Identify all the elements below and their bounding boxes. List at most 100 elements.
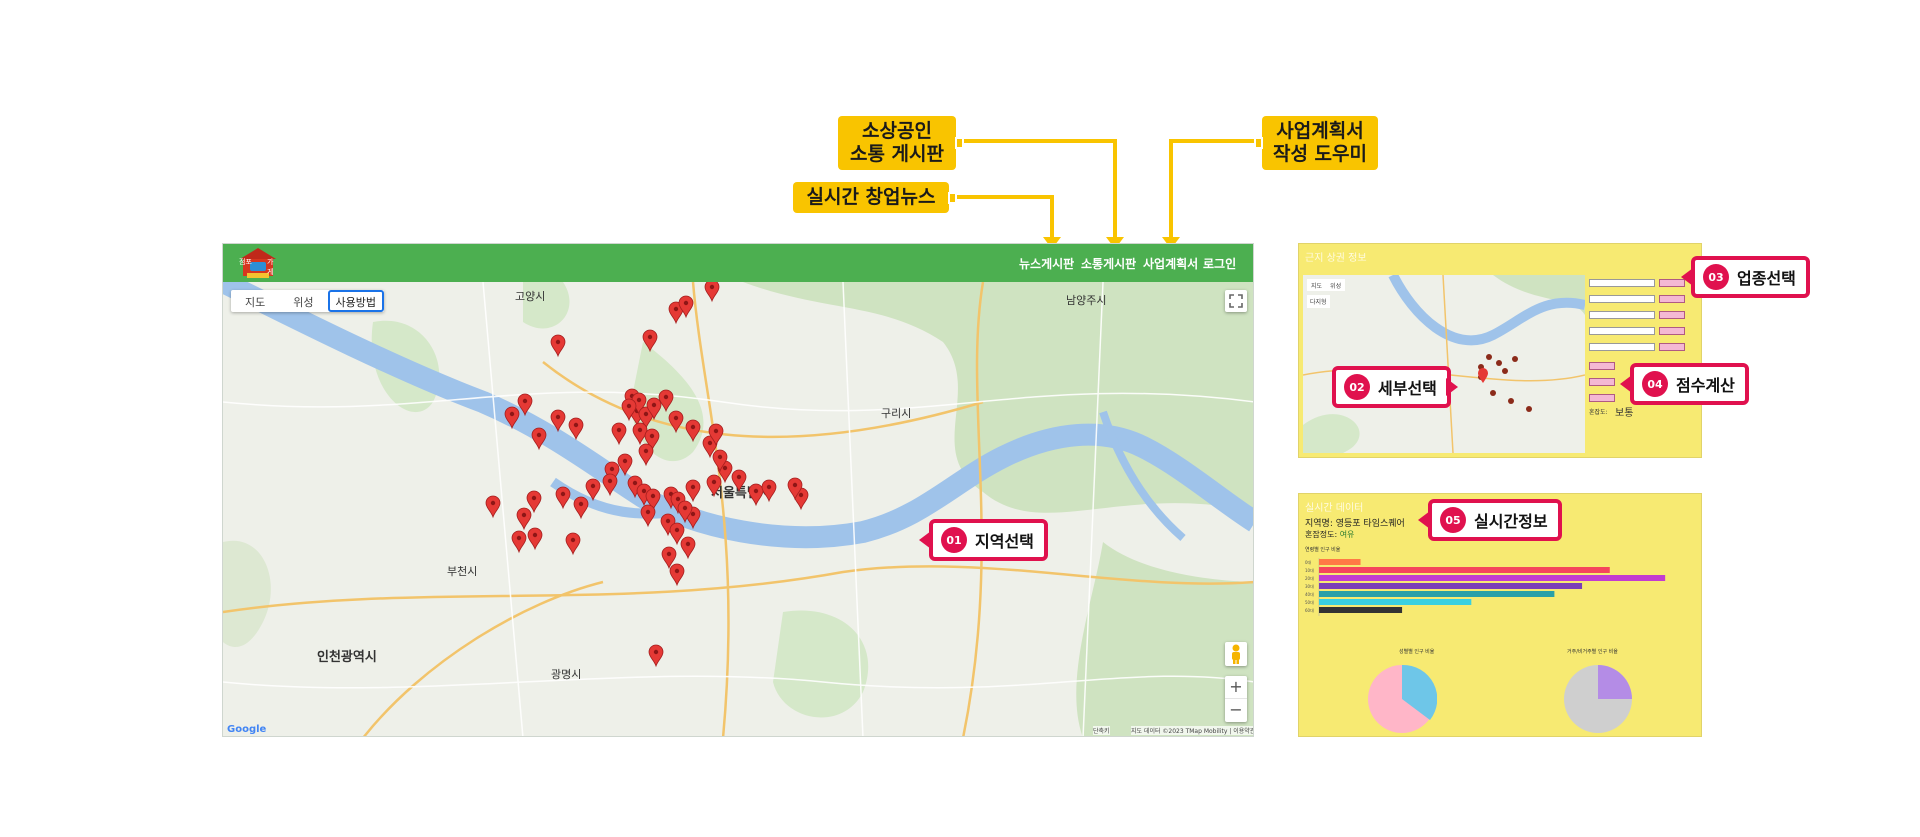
store-marker[interactable]: [632, 422, 648, 446]
store-marker[interactable]: [680, 536, 696, 560]
callout-score-calc: 04 점수계산: [1630, 363, 1749, 405]
bar-category-label: 60대: [1305, 607, 1314, 613]
store-markers: [485, 282, 809, 668]
callout-realtime-info: 05 실시간정보: [1428, 499, 1562, 541]
store-marker[interactable]: [706, 474, 722, 498]
store-marker[interactable]: [748, 483, 764, 507]
score-option-button-1[interactable]: [1589, 362, 1615, 370]
store-marker[interactable]: [550, 409, 566, 433]
store-marker[interactable]: [617, 453, 633, 477]
panel2-title: 실시간 데이터: [1305, 503, 1364, 514]
panel-commercial-info: 근지 상권 정보 지도 위성 다지형 혼잡도: 보통: [1298, 243, 1702, 458]
logo-text-left: 점포: [239, 258, 252, 266]
store-marker[interactable]: [731, 469, 747, 493]
callout-board-line2: 소통 게시판: [849, 143, 944, 165]
industry-select-4[interactable]: [1589, 327, 1655, 335]
bar-category-label: 0대: [1305, 559, 1312, 565]
store-marker[interactable]: [550, 334, 566, 358]
industry-select-1[interactable]: [1589, 279, 1655, 287]
callout-05-number: 05: [1440, 507, 1466, 533]
callout-02-label: 세부선택: [1378, 379, 1437, 398]
pie1-title: 성별별 인구 비율: [1399, 649, 1435, 655]
connector-board-v: [1113, 139, 1117, 239]
panel2-congestion-label: 혼잡정도:: [1305, 530, 1340, 539]
store-marker[interactable]: [761, 479, 777, 503]
logo-text-right: 가게: [267, 258, 274, 276]
callout-05-label: 실시간정보: [1474, 512, 1548, 531]
bar-chart-title: 연령별 인구 비율: [1305, 547, 1341, 553]
store-marker[interactable]: [585, 478, 601, 502]
store-marker[interactable]: [638, 443, 654, 467]
store-marker[interactable]: [517, 393, 533, 417]
callout-region-select: 01 지역선택: [929, 519, 1048, 561]
age-bar: [1319, 575, 1666, 581]
age-bar: [1319, 583, 1583, 589]
store-marker[interactable]: [485, 495, 501, 519]
score-calc-button[interactable]: [1589, 394, 1615, 402]
store-marker[interactable]: [565, 532, 581, 556]
industry-add-button-5[interactable]: [1659, 343, 1685, 351]
callout-04-number: 04: [1642, 371, 1668, 397]
industry-add-button-4[interactable]: [1659, 327, 1685, 335]
panel1-congestion-label: 혼잡도:: [1589, 409, 1608, 416]
nav-community-board[interactable]: 소통게시판: [1081, 255, 1136, 272]
store-marker[interactable]: [658, 389, 674, 413]
nav-business-plan[interactable]: 사업계획서: [1143, 255, 1198, 272]
bar-category-label: 20대: [1305, 575, 1314, 581]
store-marker[interactable]: [648, 644, 664, 668]
score-option-button-2[interactable]: [1589, 378, 1615, 386]
store-marker[interactable]: [526, 490, 542, 514]
store-marker[interactable]: [568, 417, 584, 441]
callout-plan-line2: 작성 도우미: [1272, 143, 1367, 165]
callout-board-line1: 소상공인: [862, 120, 932, 142]
gender-pie-chart: [1368, 664, 1437, 733]
store-marker[interactable]: [527, 527, 543, 551]
bar-category-label: 40대: [1305, 591, 1314, 597]
nav-news-board[interactable]: 뉴스게시판: [1019, 255, 1074, 272]
site-logo[interactable]: 점포 가게: [237, 246, 279, 280]
store-marker[interactable]: [640, 504, 656, 528]
industry-select-2[interactable]: [1589, 295, 1655, 303]
store-marker[interactable]: [642, 329, 658, 353]
callout-industry-select: 03 업종선택: [1691, 256, 1810, 298]
store-marker[interactable]: [685, 419, 701, 443]
store-marker[interactable]: [573, 496, 589, 520]
store-marker[interactable]: [611, 422, 627, 446]
age-bar: [1319, 567, 1610, 573]
navbar: 점포 가게 뉴스게시판 소통게시판 사업계획서 로그인: [223, 244, 1253, 282]
bar-category-label: 10대: [1305, 567, 1314, 573]
store-marker[interactable]: [511, 530, 527, 554]
store-marker[interactable]: [669, 563, 685, 587]
age-bar: [1319, 599, 1472, 605]
industry-select-group: [1299, 244, 1701, 457]
nav-login[interactable]: 로그인: [1203, 255, 1236, 272]
callout-business-plan: 사업계획서 작성 도우미: [1254, 116, 1378, 170]
callout-01-number: 01: [941, 527, 967, 553]
bar-category-label: 50대: [1305, 599, 1314, 605]
callout-02-pointer: [1446, 378, 1458, 396]
store-marker[interactable]: [704, 282, 720, 303]
store-marker[interactable]: [668, 410, 684, 434]
industry-add-button-3[interactable]: [1659, 311, 1685, 319]
pie2-title: 거주/비거주별 인구 비율: [1567, 649, 1618, 655]
store-marker[interactable]: [516, 507, 532, 531]
store-marker[interactable]: [602, 473, 618, 497]
residence-pie-chart: [1564, 665, 1632, 733]
connector-plan-v: [1169, 139, 1173, 239]
industry-add-button-2[interactable]: [1659, 295, 1685, 303]
callout-02-number: 02: [1344, 374, 1370, 400]
connector-board: [964, 139, 1117, 143]
callout-03-label: 업종선택: [1737, 269, 1796, 288]
store-marker[interactable]: [504, 406, 520, 430]
age-bar: [1319, 591, 1555, 597]
store-marker[interactable]: [555, 486, 571, 510]
callout-plan-line1: 사업계획서: [1276, 120, 1364, 142]
industry-select-3[interactable]: [1589, 311, 1655, 319]
seoul-map[interactable]: 지도 위성 사용방법 + − 고양시 남양주시 구리시 서울특별시 부천시 인천: [223, 282, 1253, 736]
bar-category-label: 30대: [1305, 583, 1314, 589]
callout-detail-select: 02 세부선택: [1332, 366, 1451, 408]
industry-select-5[interactable]: [1589, 343, 1655, 351]
store-marker[interactable]: [531, 427, 547, 451]
age-bar: [1319, 607, 1403, 613]
store-marker[interactable]: [685, 479, 701, 503]
